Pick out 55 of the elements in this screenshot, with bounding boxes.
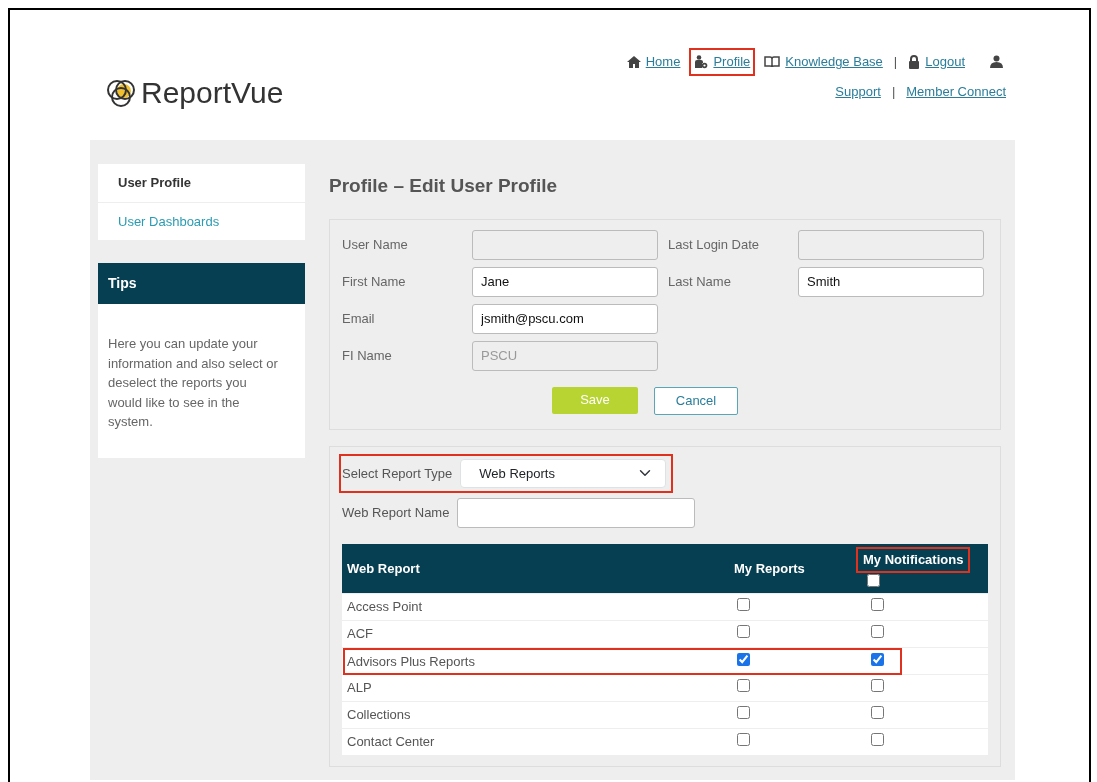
field-label: Select Report Type (342, 464, 453, 483)
table-cell-text: Collections (346, 706, 412, 725)
nav-link[interactable]: Knowledge Base (761, 50, 886, 74)
checkbox[interactable] (871, 733, 884, 747)
sidebar-item[interactable]: User Dashboards (98, 202, 305, 241)
table-cell-text: Access Point (346, 598, 424, 617)
nav-link[interactable]: Home (623, 50, 684, 74)
input-field[interactable] (457, 498, 696, 528)
checkbox[interactable] (871, 706, 884, 720)
field-label: Email (342, 309, 376, 328)
checkbox[interactable] (737, 625, 750, 639)
nav-link[interactable]: Member Connect (903, 79, 1009, 103)
field-label: FI Name (342, 346, 393, 365)
select-field[interactable]: Web Reports (460, 458, 667, 488)
home-icon (626, 55, 641, 68)
input-field[interactable]: jsmith@pscu.com (472, 303, 658, 334)
cancel-button[interactable]: Cancel (654, 386, 738, 415)
field-label: Web Report Name (342, 504, 450, 523)
field-label: First Name (342, 272, 407, 291)
field-label: Last Name (668, 272, 732, 291)
column-header: My Notifications (859, 550, 968, 570)
nav-link[interactable]: Logout (905, 50, 968, 74)
book-icon (764, 55, 781, 68)
user-gear-icon (694, 54, 709, 69)
checkbox[interactable] (871, 625, 884, 639)
table-cell-text: ALP (346, 679, 373, 698)
input-field[interactable]: Smith (798, 266, 984, 297)
checkbox[interactable] (737, 679, 750, 693)
table-cell-text: Advisors Plus Reports (346, 652, 476, 671)
column-header: My Reports (734, 560, 805, 576)
logo-text: ReportVue (141, 75, 284, 111)
separator: | (891, 82, 896, 101)
sidebar-item[interactable]: User Profile (98, 164, 305, 203)
page-title: Profile – Edit User Profile (329, 174, 559, 198)
user-icon (990, 55, 1003, 69)
checkbox[interactable] (737, 598, 750, 612)
field-label: User Name (342, 235, 409, 254)
separator: | (893, 53, 898, 71)
checkbox[interactable] (737, 652, 750, 666)
checkbox[interactable] (871, 598, 884, 612)
nav-link[interactable]: Support (832, 79, 884, 103)
table-cell-text: Contact Center (346, 733, 436, 752)
lock-icon (908, 54, 921, 69)
field-label: Last Login Date (668, 235, 761, 254)
checkbox[interactable] (737, 706, 750, 720)
checkbox[interactable] (871, 652, 884, 666)
checkbox[interactable] (871, 679, 884, 693)
column-header: Web Report (347, 560, 420, 576)
table-cell-text: ACF (346, 625, 374, 644)
tips-text: Here you can update your information and also select or deselect the reports you would like to see in the system. (98, 304, 305, 458)
input-field[interactable]: Jane (472, 266, 658, 297)
nav-link[interactable]: Profile (691, 50, 754, 74)
checkbox[interactable] (737, 733, 750, 747)
tips-header: Tips (98, 263, 305, 304)
checkbox[interactable] (867, 573, 880, 587)
